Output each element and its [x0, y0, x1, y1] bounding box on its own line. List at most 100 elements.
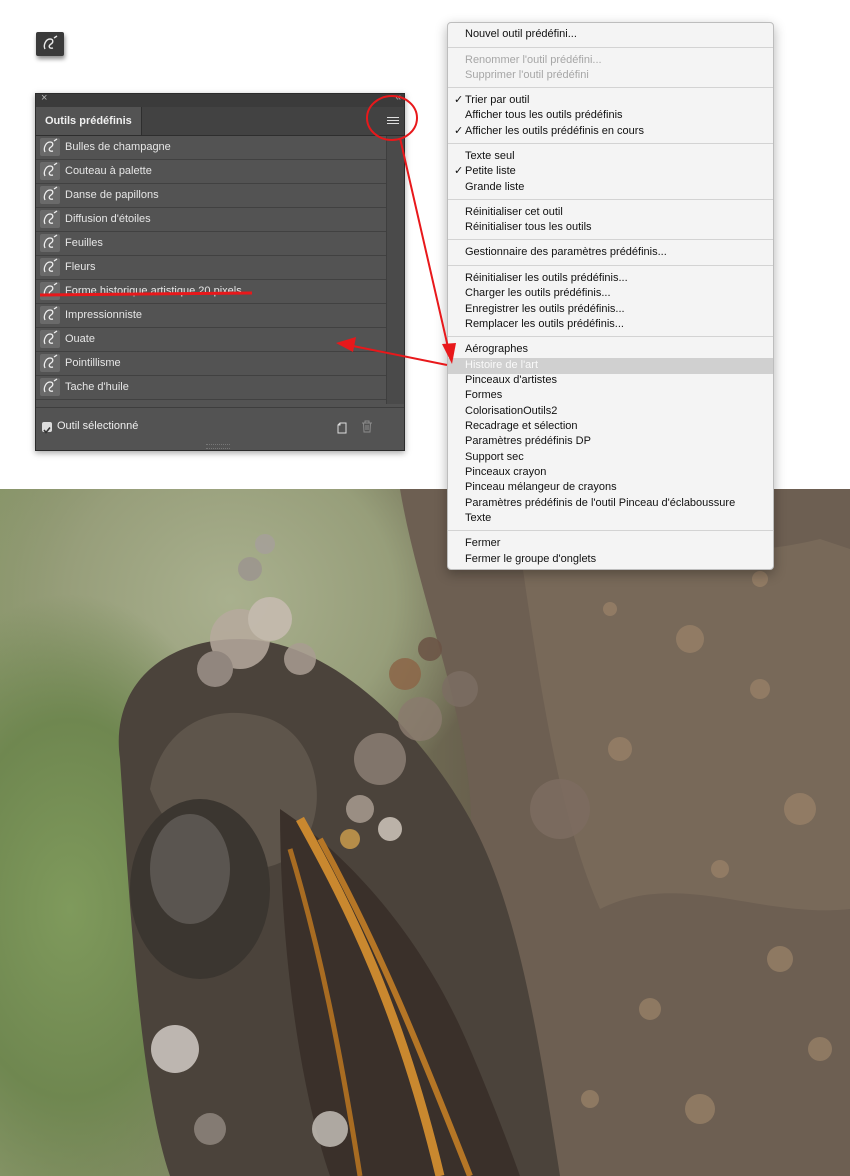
tab-tool-presets[interactable]: Outils prédéfinis	[36, 107, 142, 135]
menu-item[interactable]: Paramètres prédéfinis de l'outil Pinceau…	[448, 496, 773, 512]
list-item-label: Forme historique artistique 20 pixels	[65, 285, 242, 297]
menu-item-label: ColorisationOutils2	[465, 405, 558, 417]
menu-separator	[448, 336, 773, 337]
list-item[interactable]: Bulles de champagne	[36, 136, 386, 160]
check-icon: ✓	[454, 94, 464, 106]
menu-item[interactable]: Remplacer les outils prédéfinis...	[448, 317, 773, 333]
menu-item-label: Paramètres prédéfinis DP	[465, 435, 591, 447]
current-tool-only-label: Outil sélectionné	[57, 420, 139, 432]
history-brush-icon	[40, 258, 60, 276]
menu-item-label: Texte seul	[465, 150, 515, 162]
menu-item-label: Aérographes	[465, 343, 528, 355]
list-item-label: Couteau à palette	[65, 165, 152, 177]
check-icon: ✓	[454, 125, 464, 137]
menu-item[interactable]: Histoire de l'art	[448, 358, 773, 374]
new-preset-icon[interactable]	[336, 421, 348, 434]
panel-resize-grip[interactable]	[206, 444, 230, 449]
panel-collapse-icon[interactable]: ‹‹	[395, 92, 401, 103]
menu-item[interactable]: Aérographes	[448, 342, 773, 358]
menu-item-label: Texte	[465, 512, 492, 524]
menu-item[interactable]: ✓ Afficher les outils prédéfinis en cours	[448, 124, 773, 140]
menu-item[interactable]: Charger les outils prédéfinis...	[448, 286, 773, 302]
menu-item[interactable]: Grande liste	[448, 180, 773, 196]
list-item[interactable]: Tache d'huile	[36, 376, 386, 400]
menu-item-label: Afficher les outils prédéfinis en cours	[465, 125, 644, 137]
history-brush-tool-icon[interactable]	[36, 32, 64, 56]
menu-item[interactable]: Réinitialiser tous les outils	[448, 220, 773, 236]
panel-close-icon[interactable]: ×	[41, 92, 47, 104]
menu-item[interactable]: Recadrage et sélection	[448, 419, 773, 435]
list-item[interactable]: Ouate	[36, 328, 386, 352]
panel-footer: Outil sélectionné	[36, 407, 404, 450]
list-item[interactable]: Pointillisme	[36, 352, 386, 376]
menu-item-label: Support sec	[465, 451, 524, 463]
history-brush-icon	[40, 282, 60, 300]
list-item[interactable]: Danse de papillons	[36, 184, 386, 208]
menu-item-label: Réinitialiser cet outil	[465, 206, 563, 218]
menu-item[interactable]: Réinitialiser cet outil	[448, 205, 773, 221]
menu-item-label: Afficher tous les outils prédéfinis	[465, 109, 623, 121]
list-item-label: Danse de papillons	[65, 189, 159, 201]
menu-item-label: Remplacer les outils prédéfinis...	[465, 318, 624, 330]
menu-item[interactable]: Pinceau mélangeur de crayons	[448, 480, 773, 496]
trash-icon[interactable]	[361, 420, 373, 433]
list-item[interactable]: Forme historique artistique 20 pixels	[36, 280, 386, 304]
menu-item[interactable]: Afficher tous les outils prédéfinis	[448, 108, 773, 124]
annotation-arrow-to-menu	[399, 137, 451, 357]
menu-item[interactable]: Texte seul	[448, 149, 773, 165]
menu-item[interactable]: Fermer le groupe d'onglets	[448, 552, 773, 568]
menu-item[interactable]: Réinitialiser les outils prédéfinis...	[448, 271, 773, 287]
menu-item: Supprimer l'outil prédéfini	[448, 68, 773, 84]
menu-item[interactable]: Support sec	[448, 450, 773, 466]
menu-item-label: Fermer	[465, 537, 501, 549]
menu-item-label: Charger les outils prédéfinis...	[465, 287, 611, 299]
menu-item[interactable]: Formes	[448, 388, 773, 404]
list-item[interactable]: Diffusion d'étoiles	[36, 208, 386, 232]
menu-item-label: Réinitialiser tous les outils	[465, 221, 592, 233]
history-brush-icon	[40, 138, 60, 156]
menu-item-label: Gestionnaire des paramètres prédéfinis..…	[465, 246, 667, 258]
menu-item[interactable]: ✓ Trier par outil	[448, 93, 773, 109]
menu-item-label: Grande liste	[465, 181, 525, 193]
menu-separator	[448, 265, 773, 266]
history-brush-icon	[40, 354, 60, 372]
menu-item-label: Pinceaux d'artistes	[465, 374, 557, 386]
menu-item[interactable]: Paramètres prédéfinis DP	[448, 434, 773, 450]
panel-tab-bar: Outils prédéfinis	[36, 107, 404, 136]
menu-separator	[448, 239, 773, 240]
menu-item[interactable]: Enregistrer les outils prédéfinis...	[448, 302, 773, 318]
menu-item-label: Petite liste	[465, 165, 516, 177]
menu-item-label: Pinceau mélangeur de crayons	[465, 481, 617, 493]
list-item-label: Bulles de champagne	[65, 141, 171, 153]
list-item[interactable]: Impressionniste	[36, 304, 386, 328]
menu-item[interactable]: Pinceaux crayon	[448, 465, 773, 481]
tool-presets-panel: × ‹‹ Outils prédéfinis Bulles de champag…	[35, 92, 405, 451]
menu-item-label: Recadrage et sélection	[465, 420, 578, 432]
list-item[interactable]: Fleurs	[36, 256, 386, 280]
history-brush-icon	[40, 210, 60, 228]
list-scrollbar[interactable]	[386, 136, 404, 404]
cicada-painted-photo	[0, 489, 850, 1176]
menu-item-label: Pinceaux crayon	[465, 466, 547, 478]
list-item-label: Diffusion d'étoiles	[65, 213, 151, 225]
menu-item[interactable]: Fermer	[448, 536, 773, 552]
current-tool-only-checkbox[interactable]	[42, 422, 52, 434]
panel-flyout-menu: Nouvel outil prédéfini... Renommer l'outi…	[447, 22, 774, 570]
list-item[interactable]: Feuilles	[36, 232, 386, 256]
menu-item-label: Formes	[465, 389, 503, 401]
menu-item[interactable]: Texte	[448, 511, 773, 527]
menu-item[interactable]: Pinceaux d'artistes	[448, 373, 773, 389]
history-brush-icon	[40, 186, 60, 204]
list-item-label: Feuilles	[65, 237, 103, 249]
menu-item[interactable]: ColorisationOutils2	[448, 404, 773, 420]
menu-item[interactable]: Gestionnaire des paramètres prédéfinis..…	[448, 245, 773, 261]
hamburger-icon[interactable]	[387, 115, 399, 127]
menu-item-label: Renommer l'outil prédéfini...	[465, 54, 602, 66]
menu-separator	[448, 47, 773, 48]
list-item[interactable]: Couteau à palette	[36, 160, 386, 184]
list-item-label: Fleurs	[65, 261, 96, 273]
check-icon: ✓	[454, 165, 464, 177]
history-brush-icon	[40, 378, 60, 396]
menu-item[interactable]: Nouvel outil prédéfini...	[448, 27, 773, 43]
menu-item[interactable]: ✓ Petite liste	[448, 164, 773, 180]
